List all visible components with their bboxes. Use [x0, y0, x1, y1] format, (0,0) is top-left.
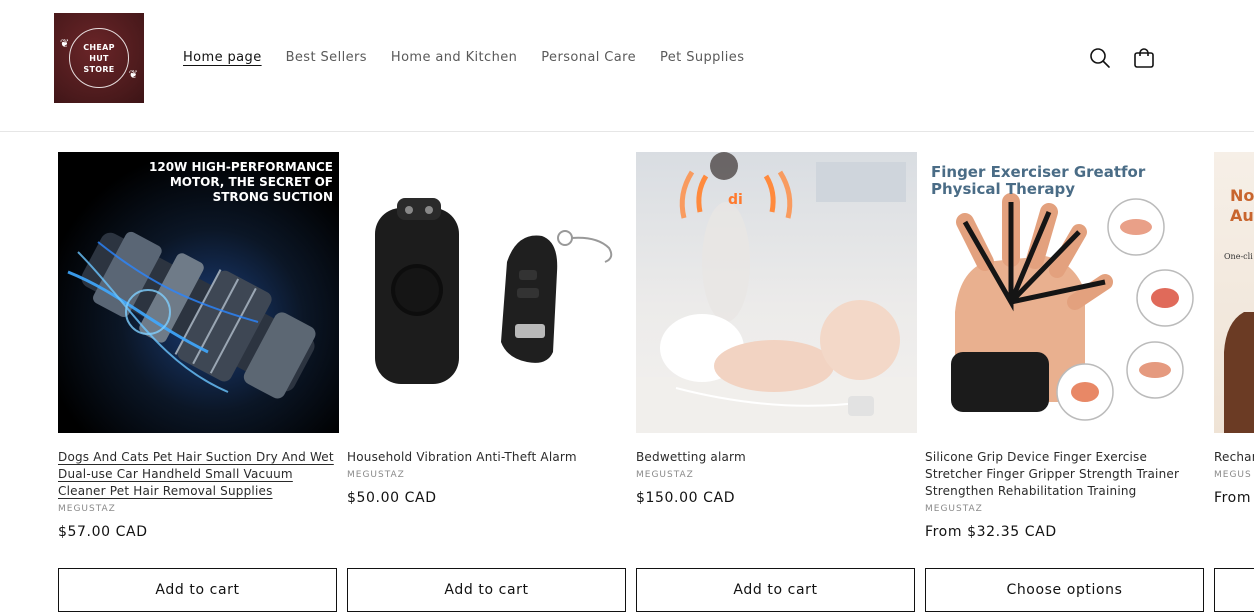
product-vendor: MEGUSTAZ — [58, 504, 116, 514]
search-button[interactable] — [1088, 46, 1112, 70]
product-title[interactable]: Rechar Coffee Lazy M — [1214, 449, 1254, 466]
product-card: No Aut One-cli Rechar Coffee Lazy M MEGU… — [1214, 152, 1254, 506]
product-vendor: MEGUS — [1214, 470, 1252, 480]
nav-item-best-sellers[interactable]: Best Sellers — [286, 49, 367, 67]
product-price: From $32.35 CAD — [925, 524, 1057, 540]
product-price: $50.00 CAD — [347, 490, 437, 506]
nav-item-personal-care[interactable]: Personal Care — [541, 49, 636, 67]
coffee-bottle-illustration — [1224, 312, 1254, 433]
product-vendor: MEGUSTAZ — [925, 504, 983, 514]
product-image-bedwetting-alarm[interactable]: di — [636, 152, 917, 433]
store-logo[interactable]: ❦ CHEAP HUT STORE ❦ — [54, 13, 144, 103]
site-header: ❦ CHEAP HUT STORE ❦ Home page Best Selle… — [0, 0, 1254, 132]
product-price: $57.00 CAD — [58, 524, 148, 540]
baby-sleeping-illustration — [636, 152, 917, 433]
add-to-cart-button[interactable]: Add to cart — [347, 568, 626, 612]
main-nav: Home page Best Sellers Home and Kitchen … — [183, 49, 744, 67]
add-to-cart-button-partial[interactable] — [1214, 568, 1254, 612]
product-vendor: MEGUSTAZ — [636, 470, 694, 480]
product-title[interactable]: Silicone Grip Device Finger Exercise Str… — [925, 449, 1206, 500]
cart-icon — [1134, 48, 1154, 68]
product-image-coffee-machine[interactable]: No Aut One-cli — [1214, 152, 1254, 433]
product-title[interactable]: Dogs And Cats Pet Hair Suction Dry And W… — [58, 449, 339, 500]
product-card: 120W HIGH-PERFORMANCE MOTOR, THE SECRET … — [58, 152, 339, 540]
product-card: Household Vibration Anti-Theft Alarm MEG… — [347, 152, 628, 506]
nav-item-home-kitchen[interactable]: Home and Kitchen — [391, 49, 517, 67]
cart-button[interactable] — [1132, 46, 1156, 70]
logo-ring: ❦ CHEAP HUT STORE ❦ — [60, 28, 138, 88]
add-to-cart-button[interactable]: Add to cart — [636, 568, 915, 612]
nav-item-pet-supplies[interactable]: Pet Supplies — [660, 49, 744, 67]
product-title[interactable]: Bedwetting alarm — [636, 449, 917, 466]
product-vendor: MEGUSTAZ — [347, 470, 405, 480]
sprig-left-icon: ❦ — [60, 37, 70, 50]
choose-options-button[interactable]: Choose options — [925, 568, 1204, 612]
alarm-device-illustration — [375, 198, 613, 384]
nav-item-home[interactable]: Home page — [183, 49, 262, 67]
logo-text: CHEAP HUT STORE — [83, 42, 115, 74]
add-to-cart-button[interactable]: Add to cart — [58, 568, 337, 612]
image-caption: Finger Exerciser Greatfor Physical Thera… — [931, 163, 1146, 198]
search-icon — [1090, 48, 1110, 68]
product-title[interactable]: Household Vibration Anti-Theft Alarm — [347, 449, 628, 466]
product-price: $150.00 CAD — [636, 490, 736, 506]
sprig-right-icon: ❦ — [128, 68, 138, 81]
product-image-finger-exerciser[interactable]: Finger Exerciser Greatfor Physical Thera… — [925, 152, 1206, 433]
image-caption: 120W HIGH-PERFORMANCE MOTOR, THE SECRET … — [149, 160, 333, 204]
product-image-alarm[interactable] — [347, 152, 628, 433]
product-card: Finger Exerciser Greatfor Physical Thera… — [925, 152, 1206, 540]
product-price: From — [1214, 490, 1252, 506]
product-card: di Bedwetting alarm MEGUSTAZ $150.00 CAD — [636, 152, 917, 506]
product-image-vacuum[interactable]: 120W HIGH-PERFORMANCE MOTOR, THE SECRET … — [58, 152, 339, 433]
image-caption: di — [728, 192, 743, 208]
